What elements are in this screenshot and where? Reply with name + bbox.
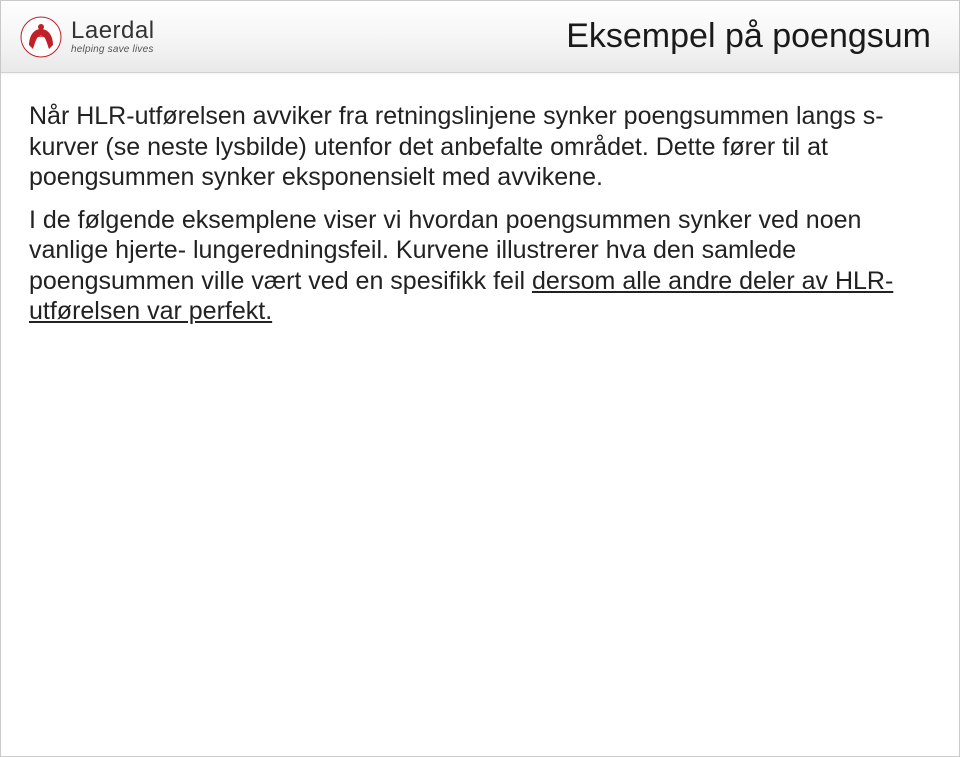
slide-title: Eksempel på poengsum [566, 17, 935, 56]
brand-logo: Laerdal helping save lives [19, 15, 155, 59]
paragraph-1-text: Når HLR-utførelsen avviker fra retningsl… [29, 102, 884, 191]
brand-text-wrap: Laerdal helping save lives [71, 19, 155, 55]
brand-tagline: helping save lives [71, 45, 155, 55]
brand-word: Laerdal [71, 19, 155, 43]
paragraph-2: I de følgende eksemplene viser vi hvorda… [29, 205, 923, 327]
header-bar: Laerdal helping save lives Eksempel på p… [1, 1, 959, 73]
paragraph-1: Når HLR-utførelsen avviker fra retningsl… [29, 101, 923, 193]
body-area: Når HLR-utførelsen avviker fra retningsl… [1, 73, 959, 359]
laerdal-emblem-icon [19, 15, 63, 59]
slide: Laerdal helping save lives Eksempel på p… [0, 0, 960, 757]
